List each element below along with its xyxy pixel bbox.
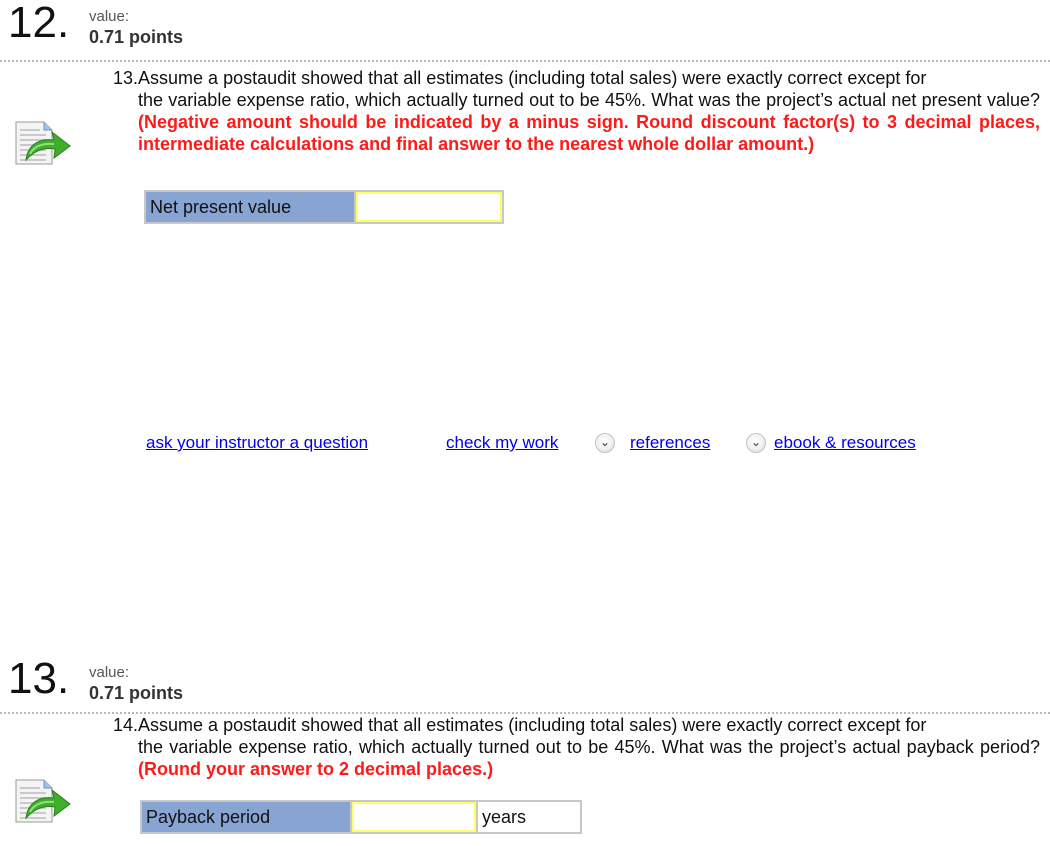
- question-prompt-number: 14.: [113, 715, 139, 735]
- question-links: ask your instructor a question check my …: [0, 433, 1050, 457]
- payback-period-input[interactable]: [352, 802, 476, 832]
- question-points: 0.71 points: [89, 27, 184, 47]
- question-prompt-line1: Assume a postaudit showed that all estim…: [138, 68, 927, 88]
- question-prompt: 14.Assume a postaudit showed that all es…: [113, 714, 1040, 780]
- question-divider: [0, 60, 1050, 62]
- double-chevron-down-icon[interactable]: ⌄: [595, 433, 615, 453]
- answer-row-net-present-value: Net present value: [144, 190, 504, 224]
- document-return-arrow-icon: [14, 776, 72, 826]
- question-instructions: (Round your answer to 2 decimal places.): [138, 759, 494, 779]
- question-prompt-body: the variable expense ratio, which actual…: [113, 89, 1040, 155]
- answer-label: Net present value: [146, 192, 354, 222]
- answer-row-payback-period: Payback period years: [140, 800, 582, 834]
- question-prompt-body: the variable expense ratio, which actual…: [113, 736, 1040, 780]
- document-return-arrow-icon: [14, 118, 72, 168]
- answer-unit: years: [478, 802, 580, 832]
- question-number: 12.: [8, 0, 70, 47]
- question-prompt-rest: the variable expense ratio, which actual…: [138, 90, 1040, 110]
- question-prompt-number: 13.: [113, 68, 139, 88]
- question-number: 13.: [8, 654, 70, 703]
- double-chevron-down-icon[interactable]: ⌄: [746, 433, 766, 453]
- question-header: 12. value: 0.71 points: [0, 0, 1050, 62]
- question-instructions: (Negative amount should be indicated by …: [138, 112, 1040, 154]
- question-prompt-rest: the variable expense ratio, which actual…: [138, 737, 1040, 757]
- question-prompt-line1: Assume a postaudit showed that all estim…: [138, 715, 927, 735]
- check-my-work-link[interactable]: check my work: [446, 433, 558, 453]
- question-points: 0.71 points: [89, 683, 184, 703]
- question-value-label: value:: [89, 8, 130, 25]
- question-header: 13. value: 0.71 points: [0, 656, 1050, 718]
- net-present-value-input[interactable]: [356, 192, 502, 222]
- question-prompt: 13.Assume a postaudit showed that all es…: [113, 67, 1040, 155]
- references-link[interactable]: references: [630, 433, 710, 453]
- answer-label: Payback period: [142, 802, 350, 832]
- question-value-label: value:: [89, 664, 130, 681]
- ask-instructor-link[interactable]: ask your instructor a question: [146, 433, 368, 453]
- ebook-resources-link[interactable]: ebook & resources: [774, 433, 916, 453]
